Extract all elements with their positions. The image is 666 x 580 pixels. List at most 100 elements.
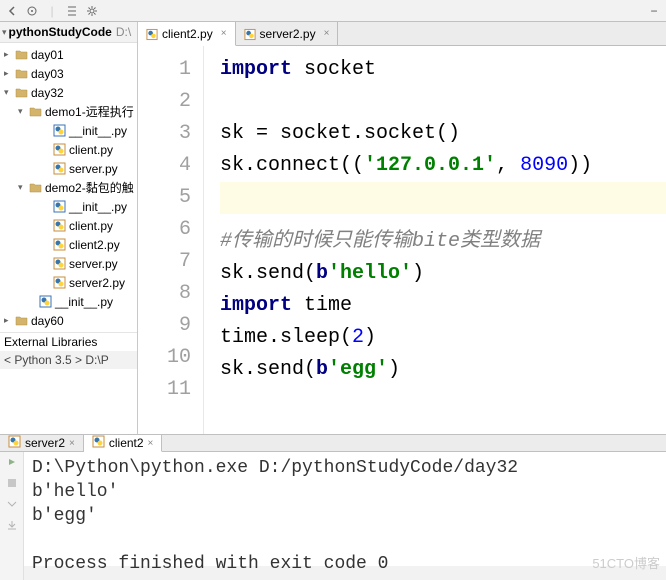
external-libraries-row[interactable]: External Libraries	[0, 332, 137, 351]
tree-item-label: day03	[31, 67, 64, 81]
python-version-row[interactable]: < Python 3.5 > D:\P	[0, 351, 137, 369]
line-number: 5	[138, 182, 191, 214]
rerun-icon[interactable]	[6, 456, 18, 471]
export-icon[interactable]	[6, 519, 18, 534]
tree-row-demo2-黏包的触[interactable]: ▾ demo2-黏包的触	[0, 178, 137, 197]
tree-item-label: client.py	[69, 219, 113, 233]
bytes-prefix: b	[316, 262, 328, 285]
collapse-icon[interactable]	[62, 1, 82, 21]
line-number: 9	[138, 310, 191, 342]
python-file-icon	[244, 28, 256, 40]
tree-row-client-py[interactable]: client.py	[0, 216, 137, 235]
tree-item-label: server.py	[69, 162, 118, 176]
console-line: Process finished with exit code 0	[32, 554, 388, 574]
code-text: )	[412, 262, 424, 285]
tree-item-label: demo1-远程执行	[45, 103, 134, 120]
python-file-icon	[146, 28, 158, 40]
run-tab-label: server2	[25, 436, 65, 450]
console-wrap: D:\Python\python.exe D:/pythonStudyCode/…	[0, 452, 666, 580]
editor-tab-client2-py[interactable]: client2.py ×	[138, 22, 236, 46]
tree-item-label: __init__.py	[69, 200, 127, 214]
project-path: D:\	[116, 25, 131, 39]
tree-row-day01[interactable]: ▸day01	[0, 45, 137, 64]
tree-item-label: server.py	[69, 257, 118, 271]
code-text: sk.connect((	[220, 154, 364, 177]
stop-icon[interactable]	[6, 477, 18, 492]
line-number: 4	[138, 150, 191, 182]
close-icon[interactable]: ×	[324, 28, 330, 39]
folder-icon	[14, 314, 28, 328]
keyword: import	[220, 294, 292, 317]
tree-arrow-icon: ▸	[4, 68, 14, 79]
tree-row-server2-py[interactable]: server2.py	[0, 273, 137, 292]
tree-item-label: client.py	[69, 143, 113, 157]
python-file-icon	[8, 435, 21, 451]
back-icon[interactable]	[2, 1, 22, 21]
hide-icon[interactable]: −	[644, 1, 664, 21]
python-file-icon	[52, 257, 66, 271]
code-text: sk.send(	[220, 262, 316, 285]
string: '127.0.0.1'	[364, 154, 496, 177]
console-line: D:\Python\python.exe D:/pythonStudyCode/…	[32, 458, 518, 478]
tree-row-__init__-py[interactable]: __init__.py	[0, 292, 137, 311]
tree-row-server-py[interactable]: server.py	[0, 254, 137, 273]
line-number: 7	[138, 246, 191, 278]
close-icon[interactable]: ×	[148, 438, 154, 449]
tree-row-day03[interactable]: ▸ day03	[0, 64, 137, 83]
project-sidebar: ▾ pythonStudyCode D:\ ▸day01 ▸ day03 ▾ day32…	[0, 22, 138, 434]
target-icon[interactable]	[22, 1, 42, 21]
code-text: sk = socket.socket()	[220, 122, 460, 145]
project-name: pythonStudyCode	[9, 25, 112, 39]
code-text: )	[388, 358, 400, 381]
top-toolbar: | −	[0, 0, 666, 22]
line-number: 6	[138, 214, 191, 246]
close-icon[interactable]: ×	[221, 28, 227, 39]
tree-row-demo1-远程执行[interactable]: ▾demo1-远程执行	[0, 102, 137, 121]
console-toolbar	[0, 452, 24, 580]
down-icon[interactable]	[6, 498, 18, 513]
python-file-icon	[52, 238, 66, 252]
project-root-row[interactable]: ▾ pythonStudyCode D:\	[0, 22, 137, 43]
tree-row-server-py[interactable]: server.py	[0, 159, 137, 178]
console-output[interactable]: D:\Python\python.exe D:/pythonStudyCode/…	[24, 452, 666, 580]
line-number: 3	[138, 118, 191, 150]
line-number: 2	[138, 86, 191, 118]
run-tool-window: server2×client2× D:\Python\python.exe D:…	[0, 434, 666, 566]
folder-icon	[28, 105, 42, 119]
tree-item-label: __init__.py	[69, 124, 127, 138]
run-tab-client2[interactable]: client2×	[84, 435, 163, 452]
folder-icon	[14, 48, 28, 62]
tree-row-client2-py[interactable]: client2.py	[0, 235, 137, 254]
tree-row-day60[interactable]: ▸day60	[0, 311, 137, 330]
editor-tab-server2-py[interactable]: server2.py×	[236, 22, 339, 45]
tree-row-__init__-py[interactable]: __init__.py	[0, 121, 137, 140]
editor-tabs: client2.py×server2.py×	[138, 22, 666, 46]
tree-arrow-icon: ▾	[4, 87, 14, 98]
code-text: ))	[568, 154, 592, 177]
tree-row-__init__-py[interactable]: __init__.py	[0, 197, 137, 216]
editor-area: client2.py×server2.py× 1234567891011 imp…	[138, 22, 666, 434]
folder-icon	[14, 67, 28, 81]
tree-row-day32[interactable]: ▾ day32	[0, 83, 137, 102]
tab-label: client2.py	[162, 27, 213, 41]
python-file-icon	[52, 276, 66, 290]
main-split: ▾ pythonStudyCode D:\ ▸day01 ▸ day03 ▾ day32…	[0, 22, 666, 434]
tree-item-label: server2.py	[69, 276, 125, 290]
tree-item-label: demo2-黏包的触	[45, 179, 134, 196]
line-number: 1	[138, 54, 191, 86]
close-icon[interactable]: ×	[69, 438, 75, 449]
code-editor[interactable]: import socket sk = socket.socket() sk.co…	[204, 46, 666, 434]
tree-row-client-py[interactable]: client.py	[0, 140, 137, 159]
string: 'egg'	[328, 358, 388, 381]
gutter: 1234567891011	[138, 46, 204, 434]
tree-item-label: day32	[31, 86, 64, 100]
tree-item-label: day01	[31, 48, 64, 62]
gear-icon[interactable]	[82, 1, 102, 21]
watermark: 51CTO博客	[592, 552, 660, 576]
tree-arrow-icon: ▾	[18, 182, 28, 193]
comment: #传输的时候只能传输bite类型数据	[220, 230, 540, 253]
run-tab-server2[interactable]: server2 ×	[0, 435, 84, 451]
line-number: 10	[138, 342, 191, 374]
divider-icon: |	[42, 1, 62, 21]
code-text: ,	[496, 154, 520, 177]
